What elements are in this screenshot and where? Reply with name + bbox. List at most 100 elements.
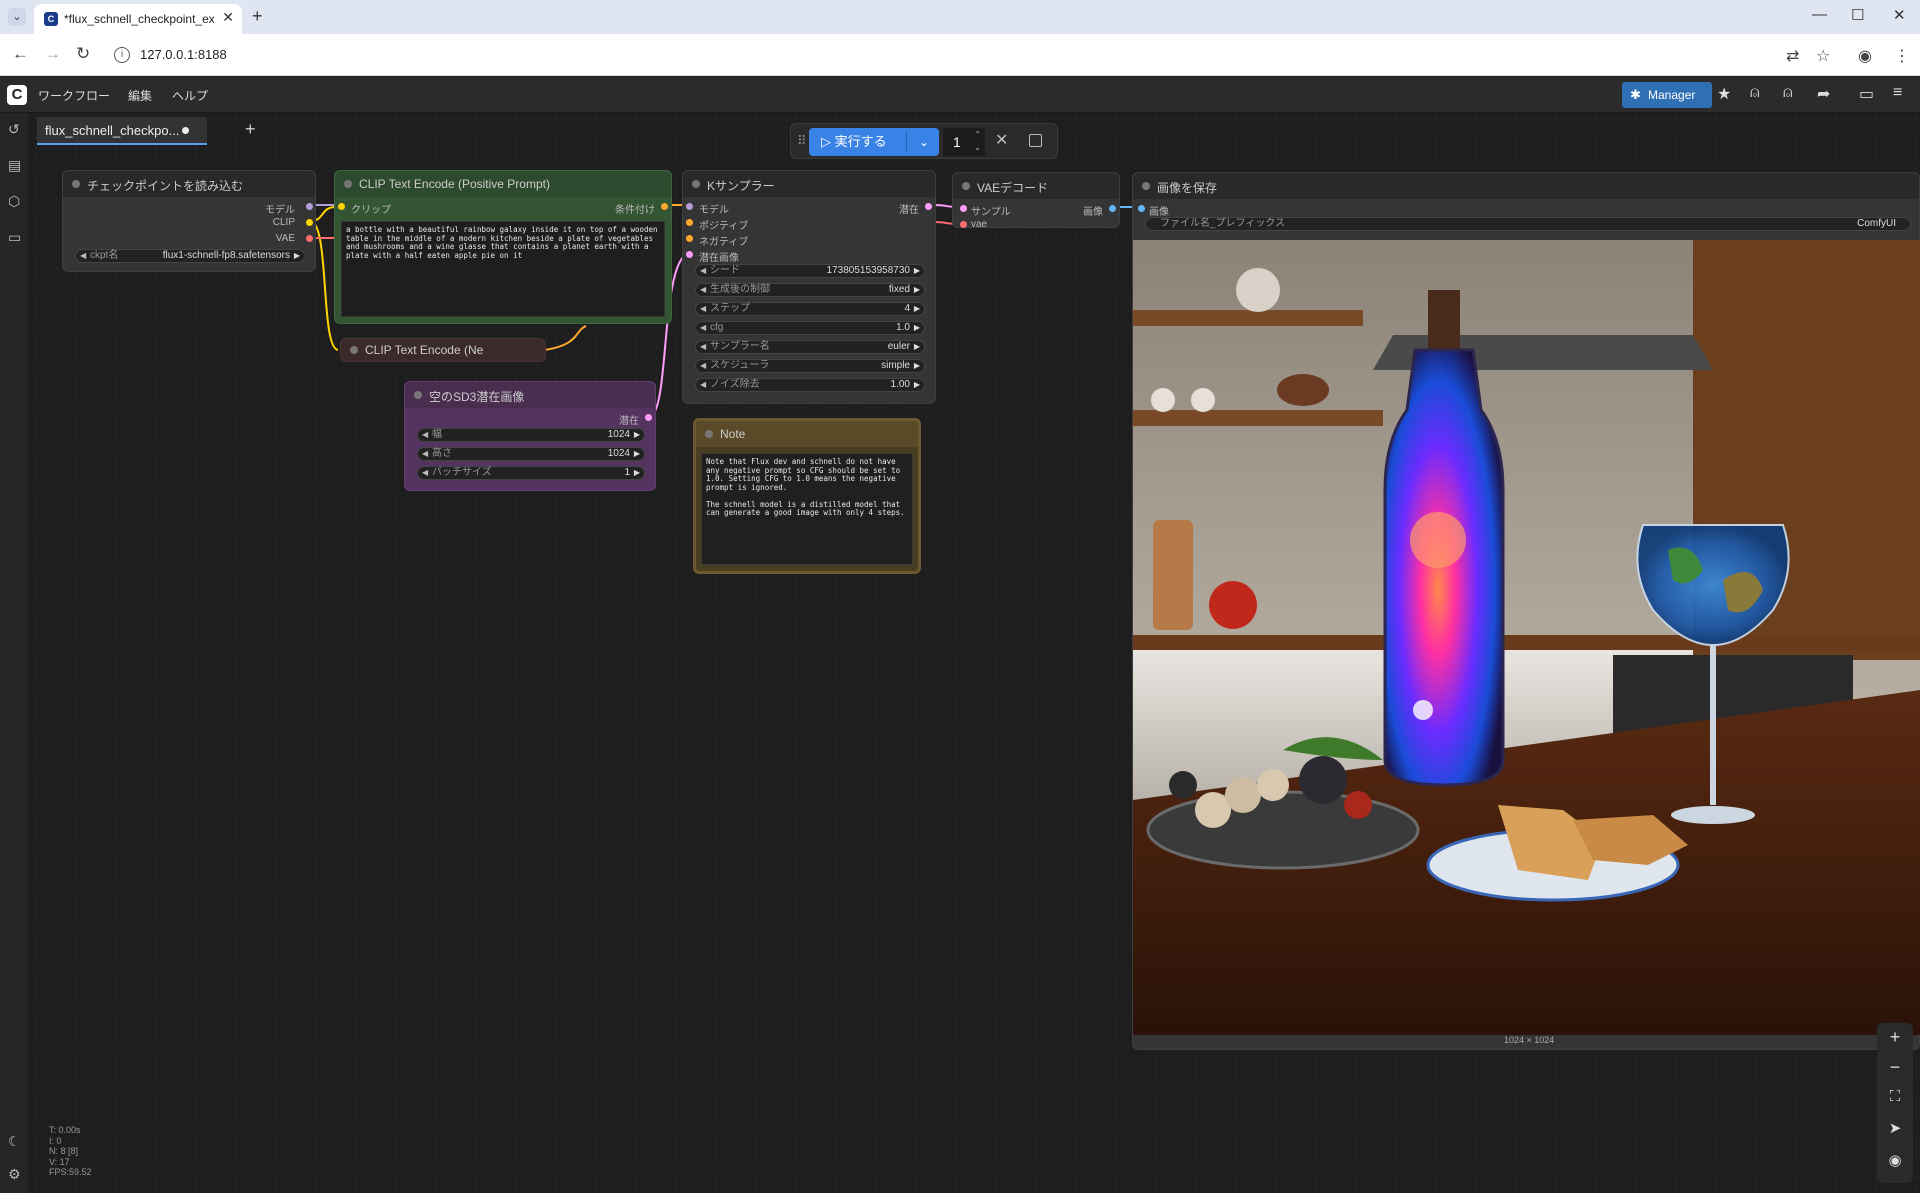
node-clip-positive[interactable]: CLIP Text Encode (Positive Prompt) クリップ … [334,170,672,324]
output-cond-dot[interactable] [661,203,668,210]
sampler-name-widget[interactable]: ◀ サンプラー名 euler ▶ [695,340,925,354]
batch-size-widget[interactable]: ◀ バッチサイズ 1 ▶ [417,466,645,480]
arrow-right-icon[interactable]: ▶ [914,360,920,372]
stop-icon[interactable] [1029,134,1042,147]
model-download-icon[interactable]: ⍝ [1750,84,1760,102]
input-vae-dot[interactable] [960,221,967,228]
fit-view-icon[interactable]: ⛶ [1877,1088,1913,1105]
translate-icon[interactable]: ⇄ [1786,46,1799,66]
bookmark-star-icon[interactable]: ☆ [1816,46,1830,66]
stepper-icon[interactable]: ⌃ ⌄ [974,128,981,154]
output-image-dot[interactable] [1109,205,1116,212]
menu-workflow[interactable]: ワークフロー [38,87,110,104]
arrow-left-icon[interactable]: ◀ [422,429,428,441]
collapse-dot-icon[interactable] [692,180,700,188]
input-images-dot[interactable] [1138,205,1145,212]
url-box[interactable]: i 127.0.0.1:8188 [108,40,1808,70]
denoise-widget[interactable]: ◀ ノイズ除去 1.00 ▶ [695,378,925,392]
collapse-dot-icon[interactable] [1142,182,1150,190]
node-title[interactable]: Note [696,421,918,447]
ckpt-name-widget[interactable]: ◀ ckpt名 flux1-schnell-fp8.safetensors ▶ [75,249,305,263]
collapse-dot-icon[interactable] [72,180,80,188]
close-tab-icon[interactable]: ✕ [222,9,234,26]
node-empty-latent[interactable]: 空のSD3潜在画像 潜在 ◀ 幅 1024 ▶ ◀ 高さ 1024 ▶ ◀ バッチサイズ 1 ▶ [404,381,656,491]
input-latent-dot[interactable] [686,251,693,258]
arrow-right-icon[interactable]: ▶ [914,303,920,315]
node-library-icon[interactable]: ▤ [8,157,21,174]
node-title[interactable]: 空のSD3潜在画像 [405,382,655,408]
chevron-down-icon[interactable]: ⌄ [919,128,929,156]
arrow-right-icon[interactable]: ▶ [914,284,920,296]
node-title[interactable]: チェックポイントを読み込む [63,171,315,197]
batch-count-input[interactable]: 1 ⌃ ⌄ [943,128,985,156]
collapse-dot-icon[interactable] [414,391,422,399]
run-button[interactable]: ▷ 実行する ⌄ [809,128,939,156]
select-mode-icon[interactable]: ➤ [1877,1119,1913,1137]
comfyui-logo-icon[interactable]: C [7,85,27,105]
share-icon[interactable]: ➦ [1817,84,1830,104]
node-title[interactable]: Kサンプラー [683,171,935,197]
workflow-tab[interactable]: flux_schnell_checkpo... [37,117,207,145]
collapse-dot-icon[interactable] [344,180,352,188]
output-latent-dot[interactable] [645,414,652,421]
hamburger-menu-icon[interactable]: ≡ [1893,84,1902,102]
browser-tab[interactable]: C *flux_schnell_checkpoint_example ✕ [34,4,242,34]
arrow-left-icon[interactable]: ◀ [700,322,706,334]
node-note[interactable]: Note Note that Flux dev and schnell do n… [693,418,921,574]
collapse-dot-icon[interactable] [705,430,713,438]
arrow-left-icon[interactable]: ◀ [422,448,428,460]
arrow-right-icon[interactable]: ▶ [914,265,920,277]
steps-widget[interactable]: ◀ ステップ 4 ▶ [695,302,925,316]
arrow-left-icon[interactable]: ◀ [700,265,706,277]
width-widget[interactable]: ◀ 幅 1024 ▶ [417,428,645,442]
collapse-dot-icon[interactable] [962,182,970,190]
arrow-left-icon[interactable]: ◀ [700,284,706,296]
close-window-icon[interactable]: ✕ [1893,6,1906,24]
input-positive-dot[interactable] [686,219,693,226]
arrow-left-icon[interactable]: ◀ [80,250,86,262]
cfg-widget[interactable]: ◀ cfg 1.0 ▶ [695,321,925,335]
arrow-right-icon[interactable]: ▶ [634,448,640,460]
output-latent-dot[interactable] [925,203,932,210]
arrow-right-icon[interactable]: ▶ [634,467,640,479]
cancel-run-icon[interactable]: ✕ [995,130,1008,150]
theme-moon-icon[interactable]: ☾ [8,1133,21,1150]
queue-history-icon[interactable]: ↺ [8,121,20,138]
collapse-dot-icon[interactable] [350,346,358,354]
node-title[interactable]: CLIP Text Encode (Ne [341,339,545,361]
node-vae-decode[interactable]: VAEデコード サンプル 画像 vae [952,172,1120,230]
model-manager-icon[interactable]: ⍝ [1783,84,1793,102]
profile-icon[interactable]: ◉ [1858,46,1872,66]
arrow-right-icon[interactable]: ▶ [634,429,640,441]
note-textarea[interactable]: Note that Flux dev and schnell do not ha… [701,453,913,565]
arrow-left-icon[interactable]: ◀ [700,360,706,372]
arrow-right-icon[interactable]: ▶ [914,379,920,391]
node-ksampler[interactable]: Kサンプラー モデル 潜在 ポジティブ ネガティブ 潜在画像 ◀ シード 17380… [682,170,936,404]
arrow-left-icon[interactable]: ◀ [422,467,428,479]
menu-help[interactable]: ヘルプ [172,87,208,104]
toggle-links-eye-icon[interactable]: ◉ [1877,1151,1913,1169]
back-icon[interactable]: ← [12,44,29,64]
site-info-icon[interactable]: i [114,47,130,63]
zoom-in-icon[interactable]: + [1877,1027,1913,1048]
new-tab-icon[interactable]: + [252,6,263,27]
menu-edit[interactable]: 編集 [128,87,152,104]
node-title[interactable]: VAEデコード [953,173,1119,199]
arrow-left-icon[interactable]: ◀ [700,303,706,315]
favorites-star-icon[interactable]: ★ [1717,84,1731,104]
workflows-folder-icon[interactable]: ▭ [8,229,21,246]
input-negative-dot[interactable] [686,235,693,242]
scheduler-widget[interactable]: ◀ スケジューラ simple ▶ [695,359,925,373]
minimize-icon[interactable]: — [1812,6,1827,23]
height-widget[interactable]: ◀ 高さ 1024 ▶ [417,447,645,461]
maximize-icon[interactable]: ☐ [1851,6,1864,24]
node-load-checkpoint[interactable]: チェックポイントを読み込む モデル CLIP VAE ◀ ckpt名 flux1… [62,170,316,272]
arrow-right-icon[interactable]: ▶ [294,250,300,262]
arrow-left-icon[interactable]: ◀ [700,379,706,391]
node-clip-negative[interactable]: CLIP Text Encode (Ne [340,338,546,362]
output-clip-dot[interactable] [306,219,313,226]
input-clip-dot[interactable] [338,203,345,210]
drag-handle-icon[interactable]: ⠿ [797,133,807,149]
forward-icon[interactable]: → [44,44,61,64]
toggle-panel-icon[interactable]: ▭ [1859,84,1874,104]
